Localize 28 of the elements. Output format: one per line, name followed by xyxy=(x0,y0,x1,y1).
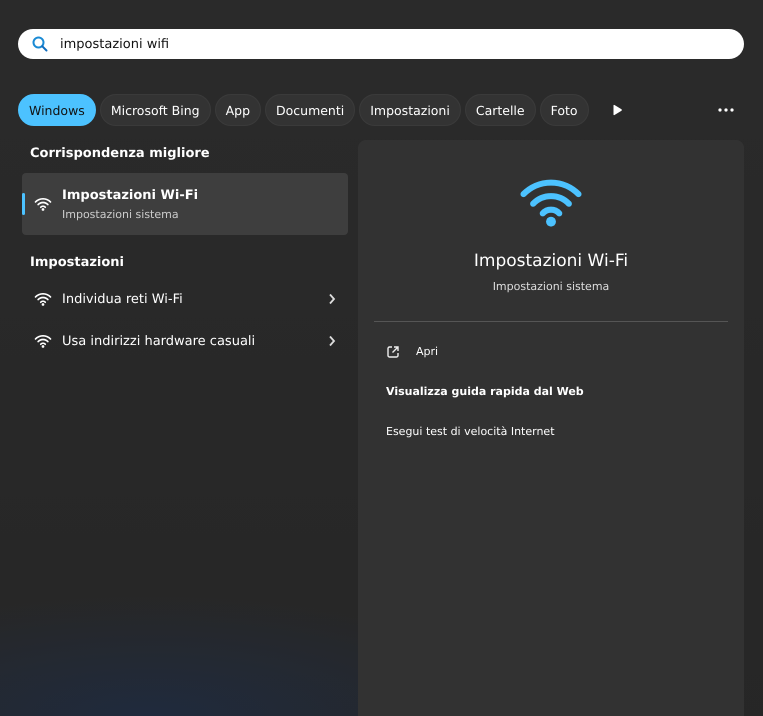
filter-tab[interactable]: Foto xyxy=(540,94,589,126)
filter-tab[interactable]: Documenti xyxy=(265,94,356,126)
settings-result[interactable]: Individua reti Wi-Fi xyxy=(22,278,348,320)
preview-title: Impostazioni Wi-Fi xyxy=(474,250,628,271)
open-external-icon xyxy=(386,344,400,359)
search-field[interactable]: impostazioni wifi xyxy=(18,29,744,59)
wifi-icon xyxy=(34,292,52,306)
settings-result[interactable]: Usa indirizzi hardware casuali xyxy=(22,320,348,362)
chevron-right-icon xyxy=(328,335,336,347)
best-match-item[interactable]: Impostazioni Wi-Fi Impostazioni sistema xyxy=(22,173,348,235)
wifi-icon xyxy=(34,334,52,348)
open-action[interactable]: Apri xyxy=(374,332,728,372)
filter-tab[interactable]: Impostazioni xyxy=(359,94,461,126)
speed-test-link[interactable]: Esegui test di velocità Internet xyxy=(374,412,728,452)
filter-tab[interactable]: App xyxy=(214,94,261,126)
selection-indicator xyxy=(22,193,25,215)
wifi-icon xyxy=(34,196,52,212)
filter-tab[interactable]: Microsoft Bing xyxy=(100,94,211,126)
filter-tab[interactable]: Windows xyxy=(18,94,96,126)
play-icon xyxy=(610,104,623,116)
chevron-right-icon xyxy=(328,293,336,305)
search-icon xyxy=(32,36,48,52)
filter-tab[interactable]: Cartelle xyxy=(464,94,536,126)
section-heading: Impostazioni xyxy=(29,254,126,272)
preview-subtitle: Impostazioni sistema xyxy=(492,280,610,293)
section-heading: Corrispondenza migliore xyxy=(29,145,211,163)
web-guide-link[interactable]: Visualizza guida rapida dal Web xyxy=(374,372,728,412)
more-icon xyxy=(718,108,734,112)
